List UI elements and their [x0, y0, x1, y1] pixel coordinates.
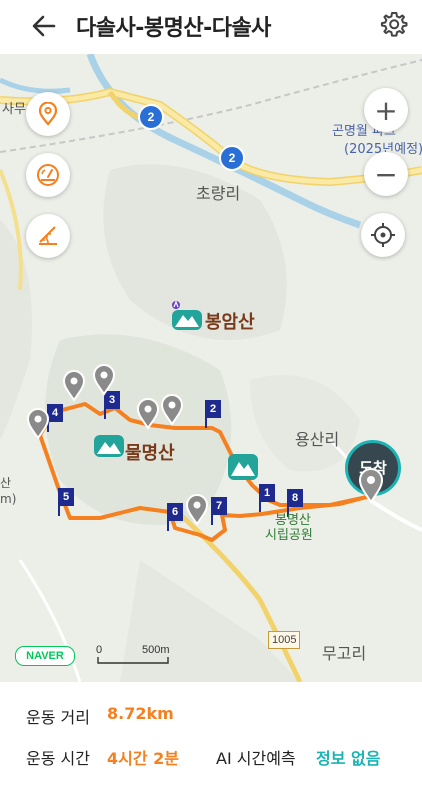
mountain-peak-icon-route [228, 454, 258, 480]
waypoint-flag-2[interactable]: 2 [205, 400, 221, 418]
park-label-sub: 시립공원 [265, 528, 313, 543]
time-label: 운동 시간 [26, 749, 90, 768]
waypoint-flag-7[interactable]: 7 [211, 497, 227, 515]
location-pin-icon [38, 102, 58, 126]
slope-icon [39, 226, 57, 245]
speedometer-icon [37, 164, 59, 186]
road-badge-2b: 2 [219, 145, 245, 171]
map-scale-bar [97, 657, 169, 664]
scale-end: 500m [142, 644, 170, 656]
poi-pin-icon[interactable] [160, 394, 184, 426]
distance-label: 운동 거리 [26, 708, 90, 727]
ai-prediction-value: 정보 없음 [316, 749, 381, 768]
arrival-pin-icon [358, 468, 384, 504]
poi-pin-icon[interactable] [185, 494, 209, 526]
mountain-peak-icon-bongamsan [172, 300, 202, 330]
mountain-peak-icon-mulmyeongsan [94, 435, 124, 457]
page-title: 다솔사-봉명산-다솔사 [76, 16, 271, 41]
app-header: 다솔사-봉명산-다솔사 [0, 0, 422, 54]
time-value: 4시간 2분 [107, 749, 179, 768]
waypoint-flag-5[interactable]: 5 [58, 488, 74, 506]
speedometer-button[interactable] [26, 153, 70, 197]
place-label-mulmyeongsan: 물명산 [125, 443, 175, 464]
naver-logo: NAVER [15, 646, 75, 666]
zoom-in-button[interactable]: + [364, 88, 408, 132]
waypoint-flag-6[interactable]: 6 [167, 503, 183, 521]
place-label-mugori: 무고리 [322, 644, 367, 663]
poi-pin-icon[interactable] [92, 364, 116, 396]
poi-pin-icon[interactable] [62, 370, 86, 402]
place-label-bongamsan: 봉암산 [205, 312, 255, 333]
distance-value: 8.72km [107, 704, 174, 723]
left-edge-label-a: 산 [0, 476, 12, 490]
workout-summary-panel: 운동 거리 8.72km 운동 시간 4시간 2분 AI 시간예측 정보 없음 [0, 682, 422, 790]
scale-start: 0 [96, 644, 103, 656]
waypoint-flag-1[interactable]: 1 [259, 484, 275, 502]
waypoint-flag-8[interactable]: 8 [287, 489, 303, 507]
poi-pin-icon[interactable] [136, 398, 160, 430]
left-edge-label-b: m) [0, 492, 17, 506]
elevation-slope-button[interactable] [26, 214, 70, 258]
road-badge-2a: 2 [138, 104, 164, 130]
place-label-choryangri: 초량리 [196, 184, 241, 203]
crosshair-icon [371, 223, 395, 247]
road-badge-1005: 1005 [268, 631, 301, 649]
back-arrow-icon[interactable] [28, 10, 60, 42]
my-location-button[interactable] [361, 213, 405, 257]
trail-map[interactable]: 12345678 초량리 봉암산 물명산 용산리 무고리 곤명월 파크 (202… [0, 54, 422, 682]
poi-pin-icon[interactable] [26, 408, 50, 440]
zoom-out-button[interactable]: − [364, 152, 408, 196]
location-pin-button[interactable] [26, 92, 70, 136]
ai-prediction-label: AI 시간예측 [216, 749, 296, 768]
place-label-yongsanri: 용산리 [295, 430, 340, 449]
settings-gear-icon[interactable] [380, 10, 408, 38]
